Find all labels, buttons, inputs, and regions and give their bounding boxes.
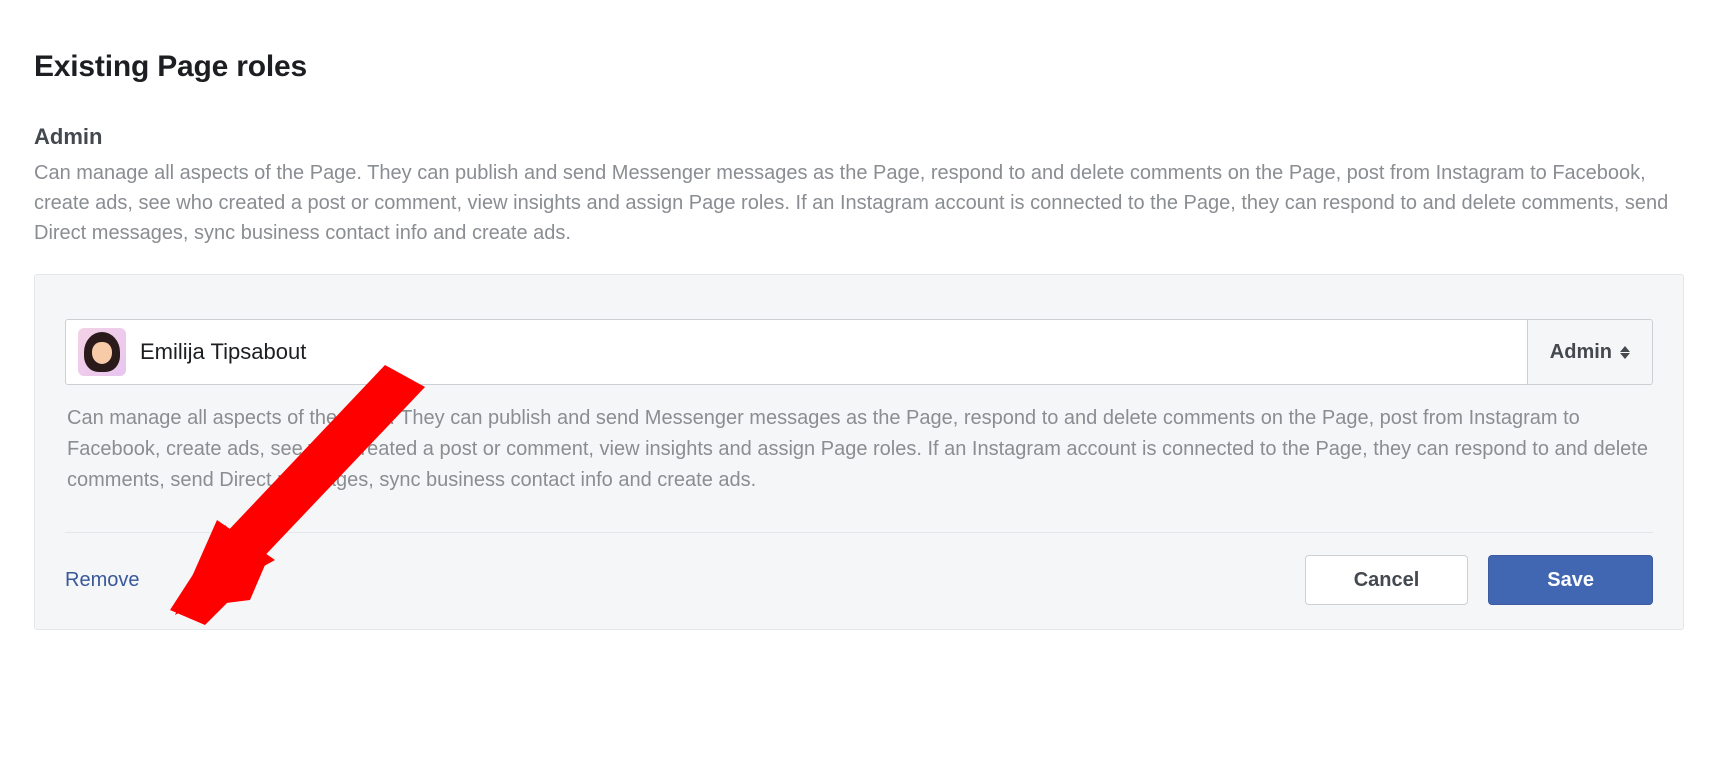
role-select[interactable]: Admin [1528,319,1653,385]
user-name: Emilija Tipsabout [140,339,306,365]
role-card: Emilija Tipsabout Admin Can manage all a… [34,274,1684,630]
role-select-label: Admin [1550,341,1612,364]
role-heading: Admin [34,124,1684,150]
user-row: Emilija Tipsabout Admin [65,319,1653,385]
sort-icon [1620,346,1630,359]
section-title: Existing Page roles [34,50,1684,84]
footer-row: Remove Cancel Save [65,555,1653,605]
button-group: Cancel Save [1305,555,1653,605]
divider [65,532,1653,533]
avatar [78,328,126,376]
remove-link[interactable]: Remove [65,569,139,592]
user-role-description: Can manage all aspects of the Page. They… [65,403,1653,496]
user-identity: Emilija Tipsabout [65,319,1528,385]
cancel-button[interactable]: Cancel [1305,555,1469,605]
save-button[interactable]: Save [1488,555,1653,605]
role-description: Can manage all aspects of the Page. They… [34,158,1684,248]
